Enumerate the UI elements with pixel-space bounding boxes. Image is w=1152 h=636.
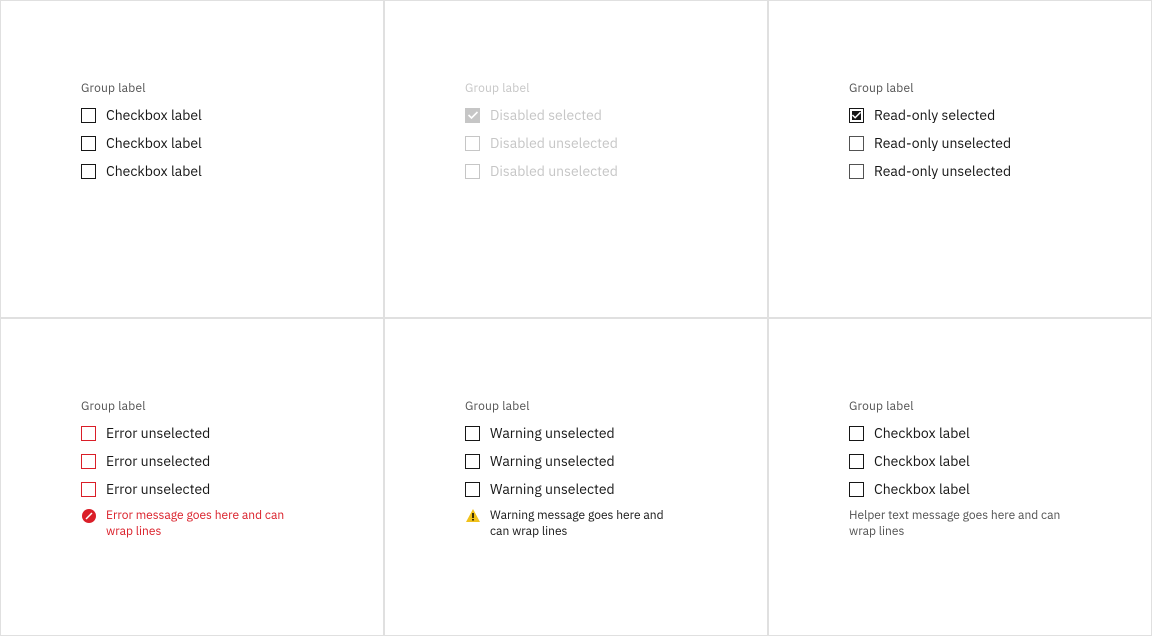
checkbox-label: Error unselected — [106, 424, 210, 442]
group-label: Group label — [849, 399, 1151, 414]
group-label: Group label — [849, 81, 1151, 96]
group-label: Group label — [81, 399, 383, 414]
checkbox-label: Disabled unselected — [490, 162, 618, 180]
checkbox-item[interactable]: Checkbox label — [849, 424, 1151, 442]
error-filled-icon — [81, 508, 97, 524]
warning-message-text: Warning message goes here and can wrap l… — [490, 508, 685, 540]
checkbox-item-disabled: Disabled selected — [465, 106, 767, 124]
checkbox-label: Checkbox label — [106, 134, 202, 152]
checkbox-group-disabled: Group label Disabled selected Disabled u… — [384, 0, 768, 318]
checkbox-item-disabled: Disabled unselected — [465, 134, 767, 152]
checkbox-label: Error unselected — [106, 480, 210, 498]
checkbox-item[interactable]: Checkbox label — [81, 106, 383, 124]
checkbox-label: Checkbox label — [874, 452, 970, 470]
checkbox-box-unchecked[interactable] — [465, 426, 480, 441]
checkbox-item[interactable]: Error unselected — [81, 424, 383, 442]
checkmark-icon — [852, 111, 861, 119]
checkbox-box-unchecked-readonly — [849, 164, 864, 179]
checkbox-label: Checkbox label — [874, 424, 970, 442]
checkbox-box-unchecked[interactable] — [81, 136, 96, 151]
checkbox-label: Read-only unselected — [874, 134, 1011, 152]
error-message-text: Error message goes here and can wrap lin… — [106, 508, 301, 540]
checkbox-box-checked-disabled — [465, 108, 480, 123]
checkbox-box-checked-readonly — [849, 108, 864, 123]
checkbox-box-unchecked[interactable] — [849, 426, 864, 441]
checkbox-box-unchecked[interactable] — [81, 108, 96, 123]
checkbox-item-disabled: Disabled unselected — [465, 162, 767, 180]
checkbox-group-default: Group label Checkbox label Checkbox labe… — [0, 0, 384, 318]
checkbox-label: Disabled unselected — [490, 134, 618, 152]
checkbox-box-unchecked-error[interactable] — [81, 482, 96, 497]
checkbox-label: Read-only selected — [874, 106, 995, 124]
checkmark-icon — [468, 111, 478, 119]
checkbox-item-readonly: Read-only unselected — [849, 134, 1151, 152]
checkbox-box-unchecked-readonly — [849, 136, 864, 151]
checkbox-item-readonly: Read-only unselected — [849, 162, 1151, 180]
warning-filled-icon — [465, 508, 481, 524]
checkbox-box-unchecked[interactable] — [81, 164, 96, 179]
checkbox-group-helper: Group label Checkbox label Checkbox labe… — [768, 318, 1152, 636]
warning-message: Warning message goes here and can wrap l… — [465, 508, 685, 540]
checkbox-label: Read-only unselected — [874, 162, 1011, 180]
checkbox-label: Checkbox label — [106, 162, 202, 180]
checkbox-box-unchecked-disabled — [465, 164, 480, 179]
checkbox-label: Warning unselected — [490, 480, 615, 498]
checkbox-item-readonly: Read-only selected — [849, 106, 1151, 124]
group-label: Group label — [81, 81, 383, 96]
checkbox-box-unchecked-disabled — [465, 136, 480, 151]
checkbox-box-unchecked[interactable] — [849, 454, 864, 469]
checkbox-item[interactable]: Warning unselected — [465, 480, 767, 498]
checkbox-item[interactable]: Error unselected — [81, 452, 383, 470]
checkbox-item[interactable]: Checkbox label — [849, 452, 1151, 470]
checkbox-label: Warning unselected — [490, 424, 615, 442]
error-message: Error message goes here and can wrap lin… — [81, 508, 301, 540]
checkbox-item[interactable]: Warning unselected — [465, 452, 767, 470]
checkbox-item[interactable]: Checkbox label — [81, 134, 383, 152]
checkbox-label: Checkbox label — [874, 480, 970, 498]
checkbox-group-readonly: Group label Read-only selected Read-only… — [768, 0, 1152, 318]
checkbox-box-unchecked[interactable] — [849, 482, 864, 497]
checkbox-label: Error unselected — [106, 452, 210, 470]
checkbox-item[interactable]: Checkbox label — [849, 480, 1151, 498]
checkbox-box-unchecked[interactable] — [465, 482, 480, 497]
group-label: Group label — [465, 399, 767, 414]
helper-text: Helper text message goes here and can wr… — [849, 508, 1069, 540]
checkbox-box-unchecked-error[interactable] — [81, 454, 96, 469]
checkbox-label: Disabled selected — [490, 106, 602, 124]
group-label: Group label — [465, 81, 767, 96]
checkbox-item[interactable]: Warning unselected — [465, 424, 767, 442]
checkbox-group-warning: Group label Warning unselected Warning u… — [384, 318, 768, 636]
checkbox-item[interactable]: Checkbox label — [81, 162, 383, 180]
checkbox-box-unchecked-error[interactable] — [81, 426, 96, 441]
checkbox-item[interactable]: Error unselected — [81, 480, 383, 498]
checkbox-label: Warning unselected — [490, 452, 615, 470]
checkbox-box-unchecked[interactable] — [465, 454, 480, 469]
checkbox-label: Checkbox label — [106, 106, 202, 124]
checkbox-group-error: Group label Error unselected Error unsel… — [0, 318, 384, 636]
